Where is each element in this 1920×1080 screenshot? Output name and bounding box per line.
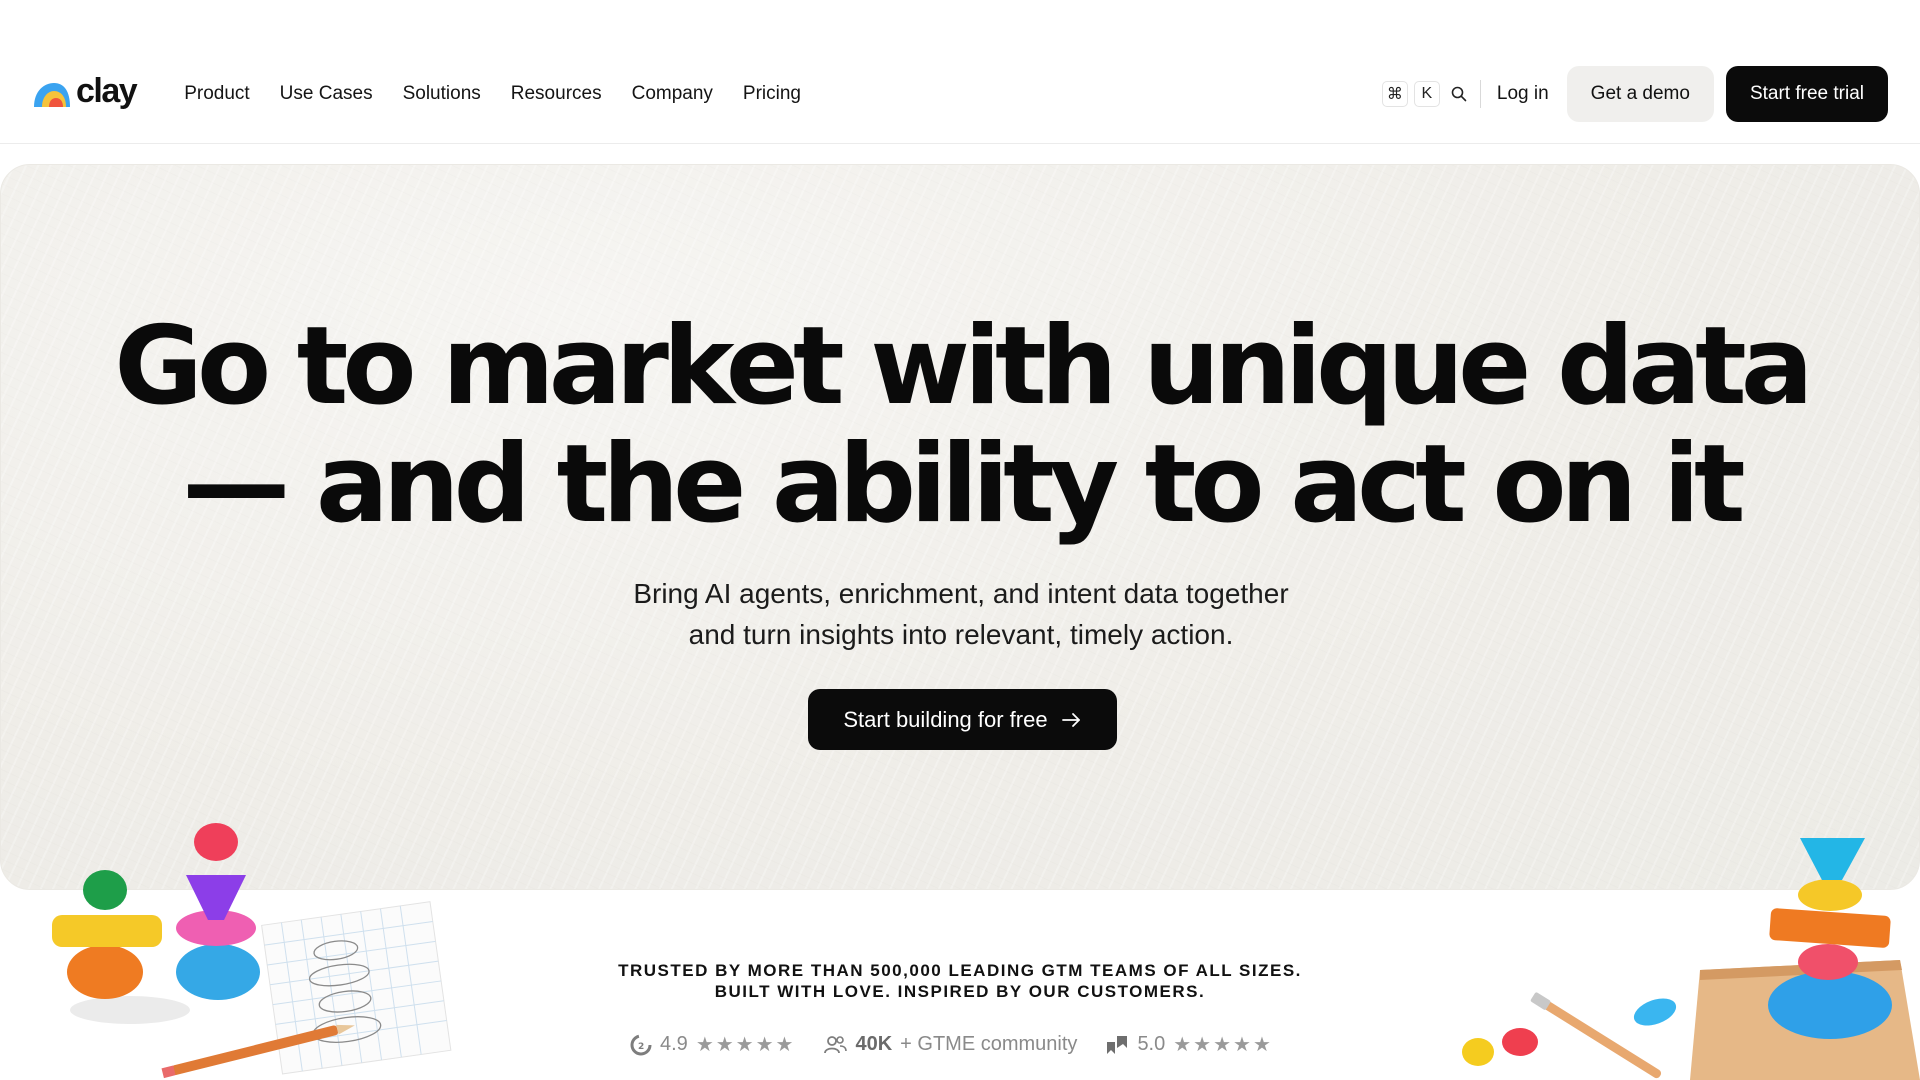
hero-subtitle-line-1: Bring AI agents, enrichment, and intent … xyxy=(633,578,1289,609)
nav-divider xyxy=(1479,79,1481,108)
hero-title-line-1: Go to market with unique data xyxy=(114,304,1813,429)
login-link[interactable]: Log in xyxy=(1497,83,1549,105)
hero-title-line-2: — and the ability to act on it xyxy=(182,422,1745,547)
hero-section: Go to market with unique data — and the … xyxy=(0,164,1920,890)
community-count: 40K xyxy=(855,1033,893,1055)
nav-pricing[interactable]: Pricing xyxy=(743,83,801,105)
nav-resources[interactable]: Resources xyxy=(511,83,602,105)
people-icon xyxy=(824,1035,848,1053)
g2-rating[interactable]: 2 4.9 ★★★★★ xyxy=(630,1032,795,1057)
top-navigation: clay Product Use Cases Solutions Resourc… xyxy=(0,44,1920,144)
get-demo-button[interactable]: Get a demo xyxy=(1566,65,1714,122)
start-building-label: Start building for free xyxy=(843,706,1048,732)
start-free-trial-button[interactable]: Start free trial xyxy=(1725,65,1888,122)
g2-icon: 2 xyxy=(630,1034,652,1055)
arrow-right-icon xyxy=(1061,712,1080,727)
g2-stars: ★★★★★ xyxy=(695,1034,796,1056)
k-key-badge[interactable]: K xyxy=(1413,80,1440,107)
clay-stack-illustration-left xyxy=(52,823,452,1079)
nav-actions: ⌘ K Log in Get a demo Start free trial xyxy=(1381,65,1888,122)
nav-links: Product Use Cases Solutions Resources Co… xyxy=(184,83,801,105)
ratings-row: 2 4.9 ★★★★★ 40K + GTME community 5.0 ★★★… xyxy=(630,1032,1291,1057)
search-icon[interactable] xyxy=(1448,83,1470,105)
svg-text:2: 2 xyxy=(638,1042,644,1052)
review-stars: ★★★★★ xyxy=(1173,1034,1273,1056)
review-score: 5.0 xyxy=(1137,1033,1166,1055)
nav-solutions[interactable]: Solutions xyxy=(403,83,481,105)
community-stat[interactable]: 40K + GTME community xyxy=(823,1033,1077,1056)
hero-subtitle-line-2: and turn insights into relevant, timely … xyxy=(688,619,1234,650)
clay-stack-illustration-right xyxy=(1462,838,1920,1080)
nav-company[interactable]: Company xyxy=(632,83,713,105)
nav-use-cases[interactable]: Use Cases xyxy=(280,83,373,105)
review-site-icon xyxy=(1107,1035,1128,1054)
brand-name: clay xyxy=(76,72,138,110)
command-key-badge[interactable]: ⌘ xyxy=(1381,80,1408,107)
nav-product[interactable]: Product xyxy=(184,83,249,105)
community-label: + GTME community xyxy=(900,1033,1078,1055)
clay-logo[interactable]: clay xyxy=(32,72,138,111)
trust-line-2: BUILT WITH LOVE. INSPIRED BY OUR CUSTOME… xyxy=(714,982,1206,1001)
start-building-button[interactable]: Start building for free xyxy=(808,689,1117,750)
clay-logo-icon xyxy=(34,82,70,107)
trust-line-1: TRUSTED BY MORE THAN 500,000 LEADING GTM… xyxy=(618,961,1302,980)
g2-score: 4.9 xyxy=(660,1033,688,1055)
review-rating[interactable]: 5.0 ★★★★★ xyxy=(1105,1032,1272,1057)
